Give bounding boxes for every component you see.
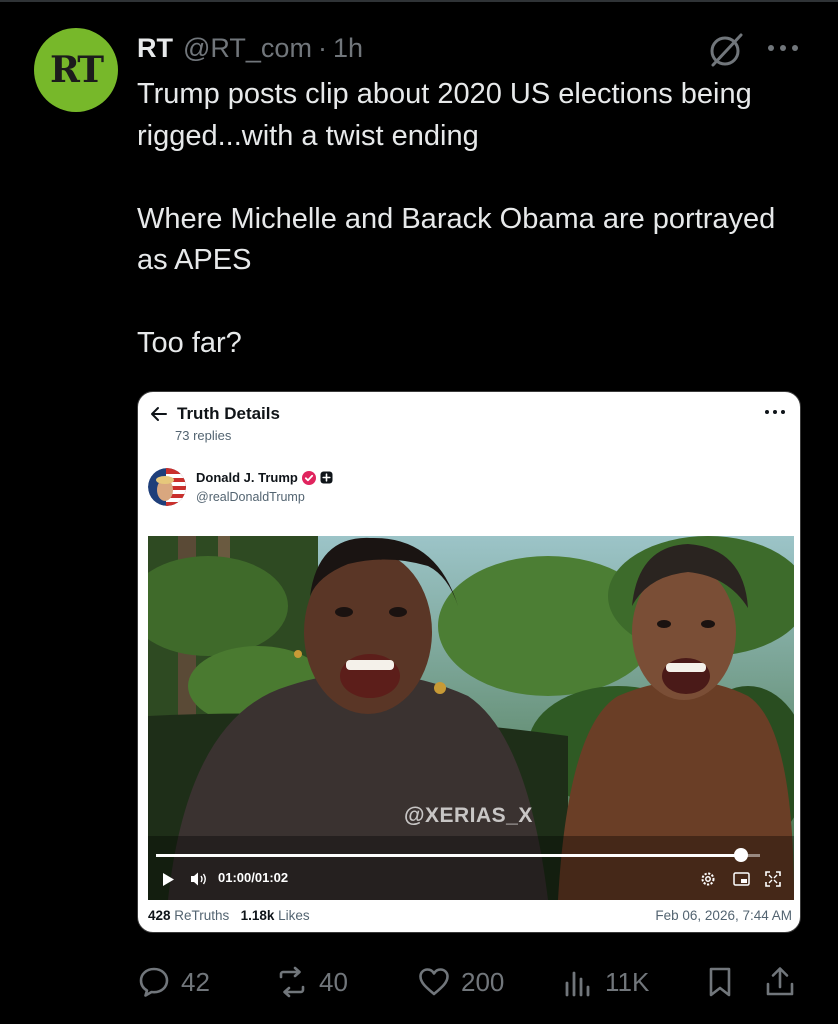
- like-button[interactable]: 200: [417, 960, 504, 1004]
- video-player[interactable]: @XERIAS_X 01:00/01:02: [148, 536, 794, 900]
- views-count: 11K: [605, 966, 650, 997]
- reply-count: 42: [181, 966, 210, 997]
- avatar-logo-text: RT: [49, 49, 104, 91]
- reply-button[interactable]: 42: [137, 960, 210, 1004]
- volume-icon[interactable]: [190, 871, 208, 887]
- card-more-icon: [765, 410, 785, 414]
- bookmark-icon: [709, 967, 731, 997]
- video-watermark: @XERIAS_X: [404, 804, 533, 827]
- tweet-text: Trump posts clip about 2020 US elections…: [137, 78, 776, 359]
- views-chart-icon: [565, 971, 590, 997]
- views-button[interactable]: 11K: [561, 960, 649, 1004]
- video-frame-image: [148, 536, 794, 900]
- tweet-timestamp[interactable]: 1h: [333, 33, 363, 64]
- play-icon[interactable]: [162, 873, 175, 886]
- settings-gear-icon[interactable]: [700, 871, 716, 887]
- trump-avatar: [148, 468, 186, 506]
- truth-author-row: Donald J. Trump: [196, 470, 333, 485]
- likes-label: Likes: [278, 908, 310, 923]
- verified-badge-icon: [301, 470, 316, 485]
- repost-count: 40: [319, 966, 348, 997]
- share-button[interactable]: [763, 960, 797, 1004]
- repost-button[interactable]: 40: [275, 960, 348, 1004]
- truth-header: Truth Details: [150, 404, 280, 424]
- follow-plus-icon[interactable]: [320, 471, 333, 484]
- author-name[interactable]: RT: [137, 33, 173, 64]
- fullscreen-icon[interactable]: [765, 871, 781, 887]
- video-time: 01:00/01:02: [218, 870, 289, 885]
- truth-author-name[interactable]: Donald J. Trump: [196, 470, 298, 485]
- repost-icon: [279, 966, 305, 998]
- truth-stats: 428 ReTruths 1.18k Likes: [148, 908, 310, 923]
- reply-icon: [139, 967, 169, 997]
- bookmark-button[interactable]: [703, 960, 737, 1004]
- tweet-header: RT @RT_com · 1h: [137, 30, 363, 66]
- video-progress-thumb[interactable]: [733, 848, 748, 862]
- truth-posted-date: Feb 06, 2026, 7:44 AM: [655, 908, 792, 923]
- video-progress-fill: [156, 854, 741, 857]
- author-avatar[interactable]: RT: [34, 28, 118, 112]
- heart-icon: [419, 968, 449, 996]
- retruths-label: ReTruths: [174, 908, 230, 923]
- picture-in-picture-icon[interactable]: [733, 872, 750, 886]
- like-count: 200: [461, 966, 505, 997]
- tweet-action-bar: 42 40 200 11K: [137, 960, 801, 1004]
- header-separator: ·: [317, 32, 327, 63]
- truth-details-title: Truth Details: [177, 404, 280, 423]
- truth-author-handle: @realDonaldTrump: [196, 490, 305, 504]
- share-icon: [766, 967, 794, 996]
- retruths-count: 428: [148, 908, 171, 923]
- back-arrow-icon[interactable]: [150, 405, 168, 423]
- likes-count: 1.18k: [240, 908, 275, 923]
- embedded-media-card[interactable]: Truth Details 73 replies Donald J. Trump…: [137, 391, 801, 933]
- top-divider: [0, 0, 838, 2]
- replies-count: 73 replies: [175, 428, 232, 443]
- grok-icon[interactable]: [706, 30, 746, 70]
- more-horizontal-icon[interactable]: [765, 38, 801, 58]
- author-handle[interactable]: @RT_com: [183, 33, 312, 64]
- video-progress-bar[interactable]: [156, 848, 760, 862]
